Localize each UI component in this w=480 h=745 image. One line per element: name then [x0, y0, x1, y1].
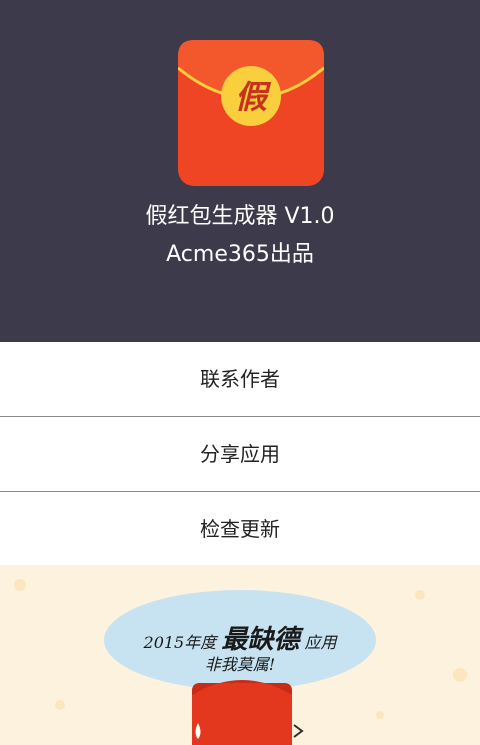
check-update-item[interactable]: 检查更新: [0, 492, 480, 567]
app-credit: Acme365出品: [166, 242, 314, 267]
app-name: 假红包生成器 V1.0: [145, 204, 335, 229]
share-app-item[interactable]: 分享应用: [0, 417, 480, 492]
banner-suffix: 应用: [304, 633, 337, 652]
envelope-illustration: [192, 680, 304, 745]
banner-subline: 非我莫属!: [204, 655, 276, 674]
red-envelope-icon: 假: [178, 40, 324, 186]
icon-char: 假: [235, 78, 272, 116]
banner-prefix: 2015年度: [143, 633, 217, 652]
app-header: 假 假红包生成器 V1.0 Acme365出品: [0, 0, 480, 342]
contact-author-item[interactable]: 联系作者: [0, 342, 480, 417]
menu-list: 联系作者 分享应用 检查更新: [0, 342, 480, 567]
promo-banner: 2015年度 最缺德 应用 非我莫属!: [0, 565, 480, 745]
